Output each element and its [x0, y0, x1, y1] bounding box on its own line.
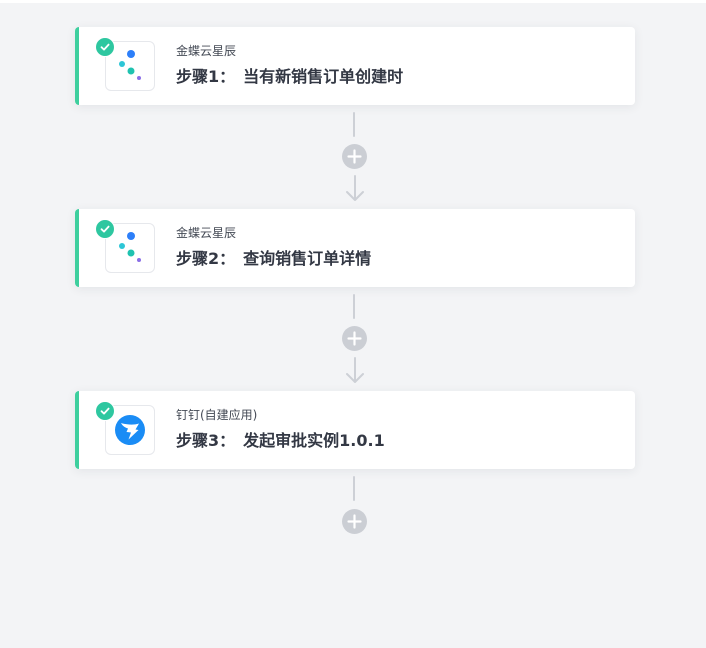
add-step-button[interactable] — [342, 144, 367, 169]
add-step-button[interactable] — [342, 326, 367, 351]
app-name: 金蝶云星辰 — [176, 44, 237, 58]
step-card-3[interactable]: 钉钉(自建应用) 步骤3： 发起审批实例1.0.1 — [75, 391, 635, 469]
step-name: 当有新销售订单创建时 — [243, 67, 404, 86]
connector-1 — [340, 112, 370, 204]
connector-line — [353, 112, 355, 137]
connector-line — [353, 476, 355, 501]
step-card-1[interactable]: 金蝶云星辰 步骤1： 当有新销售订单创建时 — [75, 27, 635, 105]
step-number-label: 步骤2： — [176, 249, 236, 268]
completed-check-icon — [95, 219, 115, 239]
plus-icon — [347, 149, 362, 164]
step-number-label: 步骤3： — [176, 431, 236, 450]
arrow-down-icon — [346, 357, 364, 383]
arrow-down-icon — [346, 175, 364, 201]
app-name: 金蝶云星辰 — [176, 226, 237, 240]
step-title: 步骤3： 发起审批实例1.0.1 — [176, 430, 385, 452]
connector-2 — [340, 294, 370, 386]
plus-icon — [347, 331, 362, 346]
connector-3 — [340, 476, 370, 536]
workflow-canvas: 金蝶云星辰 步骤1： 当有新销售订单创建时 金蝶云星辰 步骤2： 查询销售订单详… — [0, 0, 706, 648]
connector-line — [353, 294, 355, 319]
step-name: 发起审批实例1.0.1 — [243, 431, 385, 450]
plus-icon — [347, 514, 362, 529]
step-card-2[interactable]: 金蝶云星辰 步骤2： 查询销售订单详情 — [75, 209, 635, 287]
step-name: 查询销售订单详情 — [243, 249, 372, 268]
add-step-button[interactable] — [342, 509, 367, 534]
completed-check-icon — [95, 401, 115, 421]
step-title: 步骤2： 查询销售订单详情 — [176, 248, 371, 270]
app-name: 钉钉(自建应用) — [176, 408, 258, 422]
completed-check-icon — [95, 37, 115, 57]
step-title: 步骤1： 当有新销售订单创建时 — [176, 66, 403, 88]
step-number-label: 步骤1： — [176, 67, 236, 86]
